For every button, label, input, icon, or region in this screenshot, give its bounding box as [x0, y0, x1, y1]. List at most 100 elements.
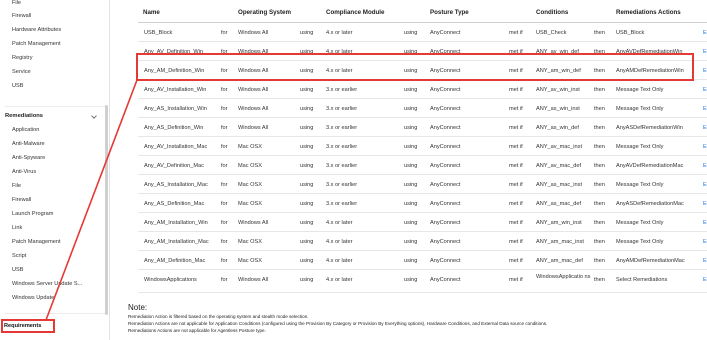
- table-row[interactable]: Any_AM_Definition_Mac for Mac OSX using 4.x …: [138, 251, 707, 270]
- sidebar-item-usb-remediation[interactable]: USB: [12, 267, 24, 273]
- edit-link[interactable]: E: [703, 163, 707, 169]
- sidebar-item-launch-program[interactable]: Launch Program: [12, 211, 53, 217]
- chevron-down-icon[interactable]: [91, 113, 97, 119]
- column-header-conditions[interactable]: Conditions: [536, 9, 568, 16]
- sidebar-item-application[interactable]: Application: [12, 127, 39, 133]
- sidebar-item-registry[interactable]: Registry: [12, 55, 33, 61]
- sidebar-scrollbar[interactable]: [105, 105, 108, 315]
- column-header-operating-system[interactable]: Operating System: [238, 9, 291, 16]
- cell-condition: ANY_av_mac_def: [536, 163, 582, 169]
- cell-os: Windows All: [238, 87, 269, 93]
- cell-met-if: met if: [509, 201, 523, 207]
- table-row[interactable]: Any_AV_Installation_Mac for Mac OSX using 3.…: [138, 137, 707, 156]
- cell-then: then: [594, 144, 605, 150]
- table-row[interactable]: Any_AV_Installation_Win for Windows All usi…: [138, 80, 707, 99]
- cell-name: Any_AM_Installation_Win: [144, 220, 208, 226]
- table-row[interactable]: WindowsApplications for Windows All using 4.…: [138, 270, 707, 293]
- cell-action: Message Text Only: [616, 239, 664, 245]
- edit-link[interactable]: E: [703, 182, 707, 188]
- edit-link[interactable]: E: [703, 220, 707, 226]
- column-header-name[interactable]: Name: [143, 9, 160, 16]
- cell-for: for: [221, 30, 228, 36]
- cell-os: Mac OSX: [238, 144, 262, 150]
- sidebar-item-firewall[interactable]: Firewall: [12, 13, 31, 19]
- edit-link[interactable]: E: [703, 68, 707, 74]
- sidebar-item-patch-management-remediation[interactable]: Patch Management: [12, 239, 61, 245]
- table-row[interactable]: Any_AV_Definition_Mac for Mac OSX using 3.x …: [138, 156, 707, 175]
- cell-using: using: [404, 258, 418, 264]
- sidebar-item-link[interactable]: Link: [12, 225, 22, 231]
- table-row[interactable]: Any_AM_Installation_Mac for Mac OSX using 4.…: [138, 232, 707, 251]
- sidebar-item-usb[interactable]: USB: [12, 83, 24, 89]
- table-row[interactable]: Any_AM_Installation_Win for Windows All usi…: [138, 213, 707, 232]
- sidebar-item-hardware-attributes[interactable]: Hardware Attributes: [12, 27, 61, 33]
- table-row[interactable]: USB_Block for Windows All using 4.x or later…: [138, 23, 707, 42]
- cell-then: then: [594, 163, 605, 169]
- cell-met-if: met if: [509, 239, 523, 245]
- cell-using: using: [300, 125, 314, 131]
- cell-action: Select Remediations: [616, 277, 668, 283]
- cell-condition: WindowsApplicatio ns: [536, 274, 591, 280]
- table-row[interactable]: Any_AS_Definition_Mac for Mac OSX using 3.x …: [138, 194, 707, 213]
- cell-for: for: [221, 144, 228, 150]
- edit-link[interactable]: E: [703, 258, 707, 264]
- cell-compliance: 4.x or later: [326, 258, 353, 264]
- sidebar-section-remediations[interactable]: Remediations: [5, 113, 43, 119]
- cell-for: for: [221, 220, 228, 226]
- cell-condition: ANY_as_mac_def: [536, 201, 582, 207]
- sidebar-item-anti-spyware[interactable]: Anti-Spyware: [12, 155, 45, 161]
- cell-condition: ANY_am_mac_inst: [536, 239, 584, 245]
- edit-link[interactable]: E: [703, 49, 707, 55]
- sidebar-item-patch-management[interactable]: Patch Management: [12, 41, 61, 47]
- edit-link[interactable]: E: [703, 239, 707, 245]
- sidebar-item-firewall-remediation[interactable]: Firewall: [12, 197, 31, 203]
- cell-using: using: [404, 239, 418, 245]
- column-header-posture-type[interactable]: Posture Type: [430, 9, 469, 16]
- edit-link[interactable]: E: [703, 106, 707, 112]
- table-row[interactable]: Any_AS_Installation_Mac for Mac OSX using 3.…: [138, 175, 707, 194]
- cell-os: Windows All: [238, 220, 269, 226]
- note-line-2: Remediation Actions are not applicable f…: [128, 321, 548, 326]
- sidebar-item-windows-server-update[interactable]: Windows Server Update S...: [12, 281, 82, 287]
- table-row[interactable]: Any_AS_Installation_Win for Windows All usi…: [138, 99, 707, 118]
- cell-using: using: [404, 182, 418, 188]
- edit-link[interactable]: E: [703, 87, 707, 93]
- cell-met-if: met if: [509, 277, 523, 283]
- sidebar-item-anti-malware[interactable]: Anti-Malware: [12, 141, 45, 147]
- sidebar-item-requirements[interactable]: Requirements: [4, 323, 41, 329]
- edit-link[interactable]: E: [703, 144, 707, 150]
- edit-link[interactable]: E: [703, 201, 707, 207]
- edit-link[interactable]: E: [703, 277, 707, 283]
- cell-name: Any_AV_Installation_Mac: [144, 144, 208, 150]
- cell-compliance: 3.x or earlier: [326, 163, 358, 169]
- cell-then: then: [594, 258, 605, 264]
- table-row[interactable]: Any_AS_Definition_Win for Windows All using…: [138, 118, 707, 137]
- note-line-1: Remediation Action is filtered based on …: [128, 314, 309, 319]
- cell-os: Mac OSX: [238, 163, 262, 169]
- cell-name: Any_AV_Installation_Win: [144, 87, 207, 93]
- cell-using: using: [300, 258, 314, 264]
- cell-posture-type: AnyConnect: [430, 258, 461, 264]
- cell-action: Message Text Only: [616, 144, 664, 150]
- sidebar-item-service[interactable]: Service: [12, 69, 31, 75]
- cell-action: Message Text Only: [616, 87, 664, 93]
- cell-posture-type: AnyConnect: [430, 163, 461, 169]
- sidebar-item-windows-update[interactable]: Windows Update: [12, 295, 54, 301]
- cell-then: then: [594, 220, 605, 226]
- sidebar-item-script[interactable]: Script: [12, 253, 26, 259]
- column-header-compliance-module[interactable]: Compliance Module: [326, 9, 384, 16]
- column-header-remediations-actions[interactable]: Remediations Actions: [616, 9, 681, 16]
- sidebar-item-file-remediation[interactable]: File: [12, 183, 21, 189]
- cell-posture-type: AnyConnect: [430, 125, 461, 131]
- cell-for: for: [221, 182, 228, 188]
- cell-met-if: met if: [509, 163, 523, 169]
- edit-link[interactable]: E: [703, 30, 707, 36]
- cell-for: for: [221, 277, 228, 283]
- cell-name: USB_Block: [144, 30, 173, 36]
- edit-link[interactable]: E: [703, 125, 707, 131]
- sidebar-item-file[interactable]: File: [12, 0, 21, 6]
- cell-using: using: [300, 239, 314, 245]
- cell-posture-type: AnyConnect: [430, 220, 461, 226]
- sidebar-item-anti-virus[interactable]: Anti-Virus: [12, 169, 36, 175]
- cell-os: Mac OSX: [238, 182, 262, 188]
